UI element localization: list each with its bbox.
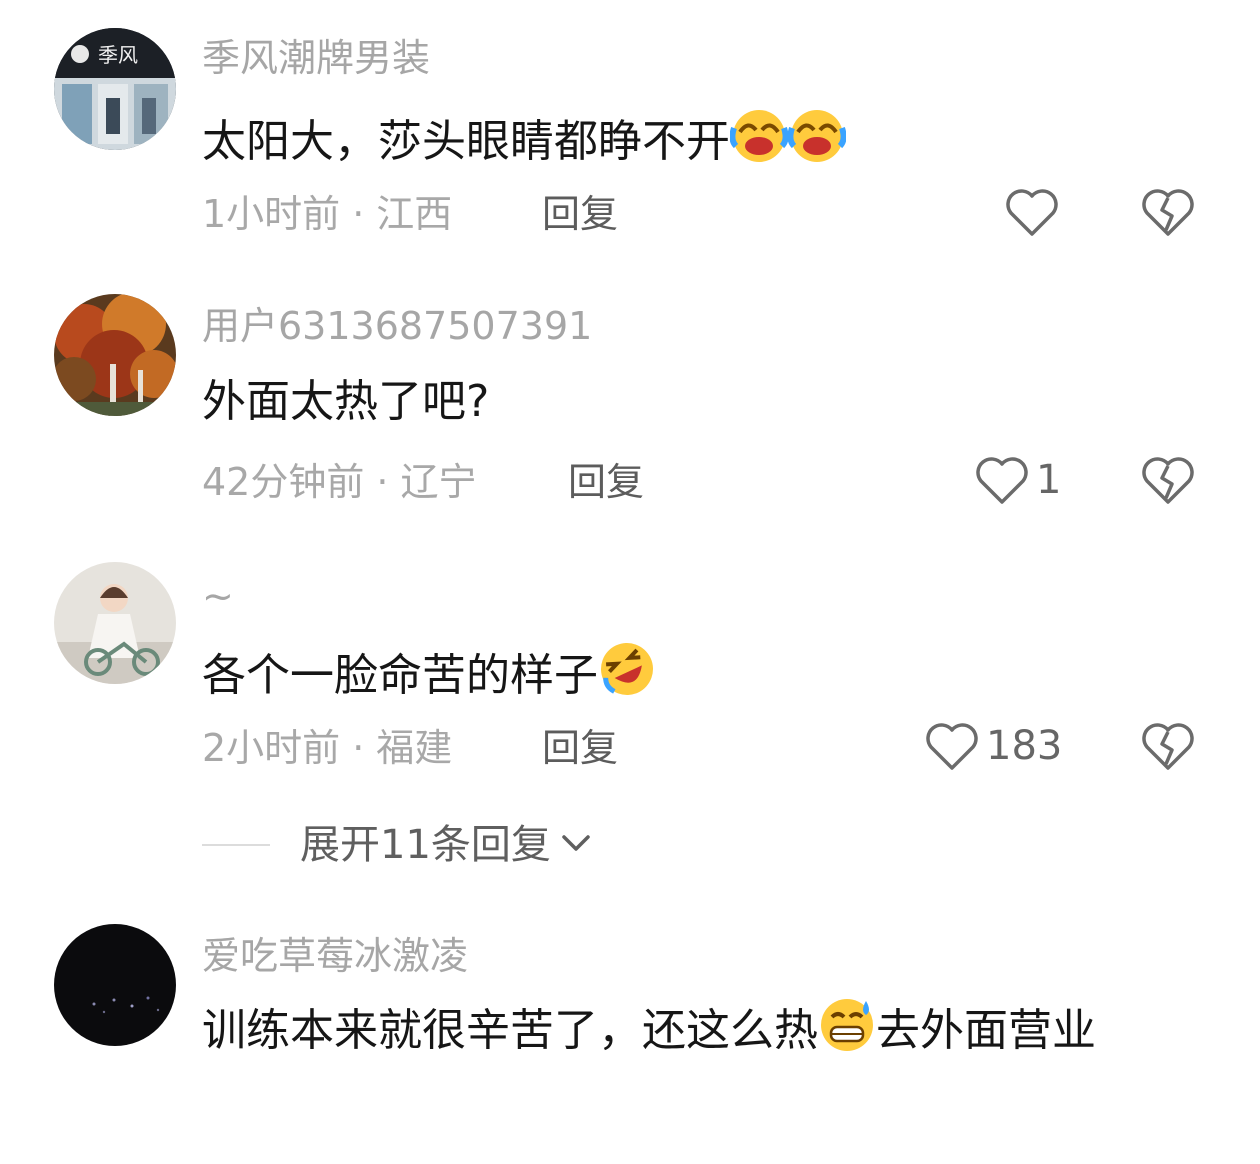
username[interactable]: ~: [202, 572, 234, 620]
meta-separator: ·: [376, 460, 389, 504]
avatar[interactable]: [54, 562, 176, 684]
reply-button[interactable]: 回复: [542, 724, 618, 772]
avatar[interactable]: [54, 924, 176, 1046]
like-button[interactable]: 1: [974, 454, 1061, 506]
comment-meta: 1小时前 · 江西: [202, 190, 452, 238]
comment-text: 训练本来就很辛苦了，还这么热 去外面营业: [202, 992, 1192, 1070]
comment-text-after: 去外面营业: [876, 1005, 1096, 1056]
like-button[interactable]: 183: [924, 720, 1062, 772]
like-button[interactable]: [1004, 186, 1060, 238]
comment-text-main: 外面太热了吧?: [202, 376, 490, 427]
expand-divider: [202, 844, 270, 846]
heart-outline-icon: [974, 454, 1030, 506]
grinning-sweat-emoji: [818, 995, 876, 1053]
chevron-down-icon: [559, 831, 593, 859]
avatar-label: 季风: [98, 43, 138, 67]
like-count: 1: [1036, 457, 1062, 503]
comment-meta: 42分钟前 · 辽宁: [202, 458, 476, 506]
comment-time: 1小时前: [202, 192, 341, 236]
username[interactable]: 季风潮牌男装: [202, 34, 430, 82]
comment-text: 太阳大，莎头眼睛都睁不开: [202, 106, 846, 170]
avatar[interactable]: [54, 294, 176, 416]
expand-replies-button[interactable]: 展开11条回复: [202, 820, 593, 870]
reply-button[interactable]: 回复: [568, 458, 644, 506]
broken-heart-icon: [1140, 454, 1196, 506]
comment-location: 江西: [376, 192, 453, 236]
heart-outline-icon: [924, 720, 980, 772]
comment-location: 福建: [376, 726, 453, 770]
laughing-crying-emoji: [788, 106, 846, 164]
comment-text: 外面太热了吧?: [202, 374, 489, 430]
reply-button[interactable]: 回复: [542, 190, 618, 238]
heart-outline-icon: [1004, 186, 1060, 238]
comment-text-before: 训练本来就很辛苦了，还这么热: [202, 1005, 818, 1056]
comment-text: 各个一脸命苦的样子: [202, 640, 656, 704]
username[interactable]: 爱吃草莓冰激凌: [202, 932, 468, 980]
dislike-button[interactable]: [1140, 186, 1196, 238]
like-count: 183: [986, 723, 1063, 769]
comment-time: 2小时前: [202, 726, 341, 770]
avatar[interactable]: 季风: [54, 28, 176, 150]
comment-location: 辽宁: [400, 460, 477, 504]
laughing-crying-emoji: [730, 106, 788, 164]
expand-replies-label: 展开11条回复: [300, 822, 551, 868]
comment-text-main: 太阳大，莎头眼睛都睁不开: [202, 116, 730, 167]
broken-heart-icon: [1140, 186, 1196, 238]
comment-text-main: 各个一脸命苦的样子: [202, 650, 598, 701]
meta-separator: ·: [352, 192, 365, 236]
comment-time: 42分钟前: [202, 460, 365, 504]
dislike-button[interactable]: [1140, 454, 1196, 506]
comment-meta: 2小时前 · 福建: [202, 724, 452, 772]
username[interactable]: 用户6313687507391: [202, 302, 592, 350]
broken-heart-icon: [1140, 720, 1196, 772]
dislike-button[interactable]: [1140, 720, 1196, 772]
rolling-laughing-emoji: [598, 640, 656, 698]
meta-separator: ·: [352, 726, 365, 770]
